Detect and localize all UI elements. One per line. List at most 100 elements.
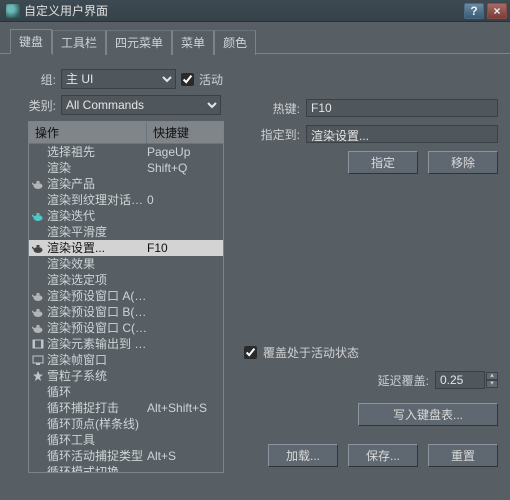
blank-icon (31, 273, 45, 287)
delay-input[interactable] (435, 371, 485, 389)
item-shortcut: 0 (147, 192, 223, 208)
list-item[interactable]: 选择祖先PageUp (29, 144, 223, 160)
tab-keyboard[interactable]: 键盘 (10, 29, 52, 54)
item-shortcut: PageUp (147, 144, 223, 160)
blank-icon (31, 401, 45, 415)
spin-up-icon[interactable]: ▴ (486, 372, 498, 380)
list-item[interactable]: 渲染元素输出到 com… (29, 336, 223, 352)
reset-button[interactable]: 重置 (428, 444, 498, 467)
list-item[interactable]: 雪粒子系统 (29, 368, 223, 384)
blank-icon (31, 433, 45, 447)
item-name: 渲染迭代 (47, 208, 147, 224)
blank-icon (31, 225, 45, 239)
col-action[interactable]: 操作 (29, 122, 147, 143)
teapot-a-icon (31, 289, 45, 303)
spin-down-icon[interactable]: ▾ (486, 380, 498, 388)
load-button[interactable]: 加载... (268, 444, 338, 467)
assigned-label: 指定到: (244, 126, 300, 143)
teapot-icon (31, 177, 45, 191)
active-checkbox[interactable] (181, 73, 194, 86)
action-list[interactable]: 操作 快捷键 选择祖先PageUp渲染Shift+Q渲染产品渲染到纹理对话框切换… (28, 121, 224, 473)
item-name: 循环工具 (47, 432, 147, 448)
teapot-b-icon (31, 305, 45, 319)
tab-quads[interactable]: 四元菜单 (106, 30, 172, 55)
tab-bar: 键盘 工具栏 四元菜单 菜单 颜色 (0, 22, 510, 54)
list-item[interactable]: 渲染设置...F10 (29, 240, 223, 256)
teapot-c-icon (31, 321, 45, 335)
category-select[interactable]: All Commands (61, 95, 221, 115)
list-item[interactable]: 渲染平滑度 (29, 224, 223, 240)
item-name: 渲染帧窗口 (47, 352, 147, 368)
list-header: 操作 快捷键 (29, 122, 223, 144)
item-name: 渲染选定项 (47, 272, 147, 288)
list-item[interactable]: 循环捕捉打击Alt+Shift+S (29, 400, 223, 416)
blank-icon (31, 385, 45, 399)
write-keytable-button[interactable]: 写入键盘表... (358, 403, 498, 426)
blank-icon (31, 161, 45, 175)
item-name: 渲染效果 (47, 256, 147, 272)
item-name: 渲染预设窗口 C("shif… (47, 320, 147, 336)
item-name: 渲染 (47, 160, 147, 176)
group-label: 组: (4, 71, 56, 88)
blank-icon (31, 465, 45, 473)
close-button[interactable]: × (487, 3, 507, 19)
list-item[interactable]: 渲染预设窗口 B("shif… (29, 304, 223, 320)
assigned-box: 渲染设置... (306, 125, 498, 143)
list-item[interactable]: 渲染选定项 (29, 272, 223, 288)
item-name: 循环 (47, 384, 147, 400)
item-shortcut: Shift+Q (147, 160, 223, 176)
list-item[interactable]: 渲染迭代 (29, 208, 223, 224)
item-name: 渲染到纹理对话框切换 (47, 192, 147, 208)
list-item[interactable]: 渲染到纹理对话框切换0 (29, 192, 223, 208)
item-name: 循环顶点(样条线) (47, 416, 147, 432)
tab-menus[interactable]: 菜单 (172, 30, 214, 55)
monitor-icon (31, 353, 45, 367)
item-shortcut: Alt+Shift+S (147, 400, 223, 416)
tab-colors[interactable]: 颜色 (214, 30, 256, 55)
window-title: 自定义用户界面 (24, 2, 464, 19)
list-item[interactable]: 渲染预设窗口 A("shif… (29, 288, 223, 304)
category-label: 类别: (4, 97, 56, 114)
hotkey-label: 热键: (244, 100, 300, 117)
titlebar: 自定义用户界面 ? × (0, 0, 510, 22)
remove-button[interactable]: 移除 (428, 151, 498, 174)
tab-toolbars[interactable]: 工具栏 (52, 30, 106, 55)
group-select[interactable]: 主 UI (61, 69, 176, 89)
delay-label: 延迟覆盖: (378, 372, 429, 389)
overlay-active-checkbox[interactable] (244, 346, 257, 359)
item-name: 循环捕捉打击 (47, 400, 147, 416)
col-shortcut[interactable]: 快捷键 (147, 122, 223, 143)
item-name: 循环模式切换 (47, 464, 147, 473)
list-item[interactable]: 渲染产品 (29, 176, 223, 192)
blank-icon (31, 417, 45, 431)
item-shortcut: F10 (147, 240, 223, 256)
help-button[interactable]: ? (464, 3, 484, 19)
item-name: 渲染平滑度 (47, 224, 147, 240)
item-name: 雪粒子系统 (47, 368, 147, 384)
blank-icon (31, 449, 45, 463)
star-icon (31, 369, 45, 383)
list-item[interactable]: 渲染帧窗口 (29, 352, 223, 368)
list-item[interactable]: 循环活动捕捉类型Alt+S (29, 448, 223, 464)
list-item[interactable]: 循环 (29, 384, 223, 400)
hotkey-input[interactable] (306, 99, 498, 117)
list-item[interactable]: 循环模式切换 (29, 464, 223, 473)
save-button[interactable]: 保存... (348, 444, 418, 467)
item-shortcut: Alt+S (147, 448, 223, 464)
teapot-active-icon (31, 241, 45, 255)
list-item[interactable]: 循环工具 (29, 432, 223, 448)
list-item[interactable]: 渲染预设窗口 C("shif… (29, 320, 223, 336)
item-name: 循环活动捕捉类型 (47, 448, 147, 464)
film-icon (31, 337, 45, 351)
overlay-active-label: 覆盖处于活动状态 (263, 344, 359, 361)
list-item[interactable]: 渲染效果 (29, 256, 223, 272)
app-icon (6, 4, 20, 18)
blank-icon (31, 193, 45, 207)
item-name: 选择祖先 (47, 144, 147, 160)
list-item[interactable]: 循环顶点(样条线) (29, 416, 223, 432)
item-name: 渲染预设窗口 B("shif… (47, 304, 147, 320)
active-label: 活动 (199, 71, 223, 88)
assign-button[interactable]: 指定 (348, 151, 418, 174)
item-name: 渲染设置... (47, 240, 147, 256)
list-item[interactable]: 渲染Shift+Q (29, 160, 223, 176)
